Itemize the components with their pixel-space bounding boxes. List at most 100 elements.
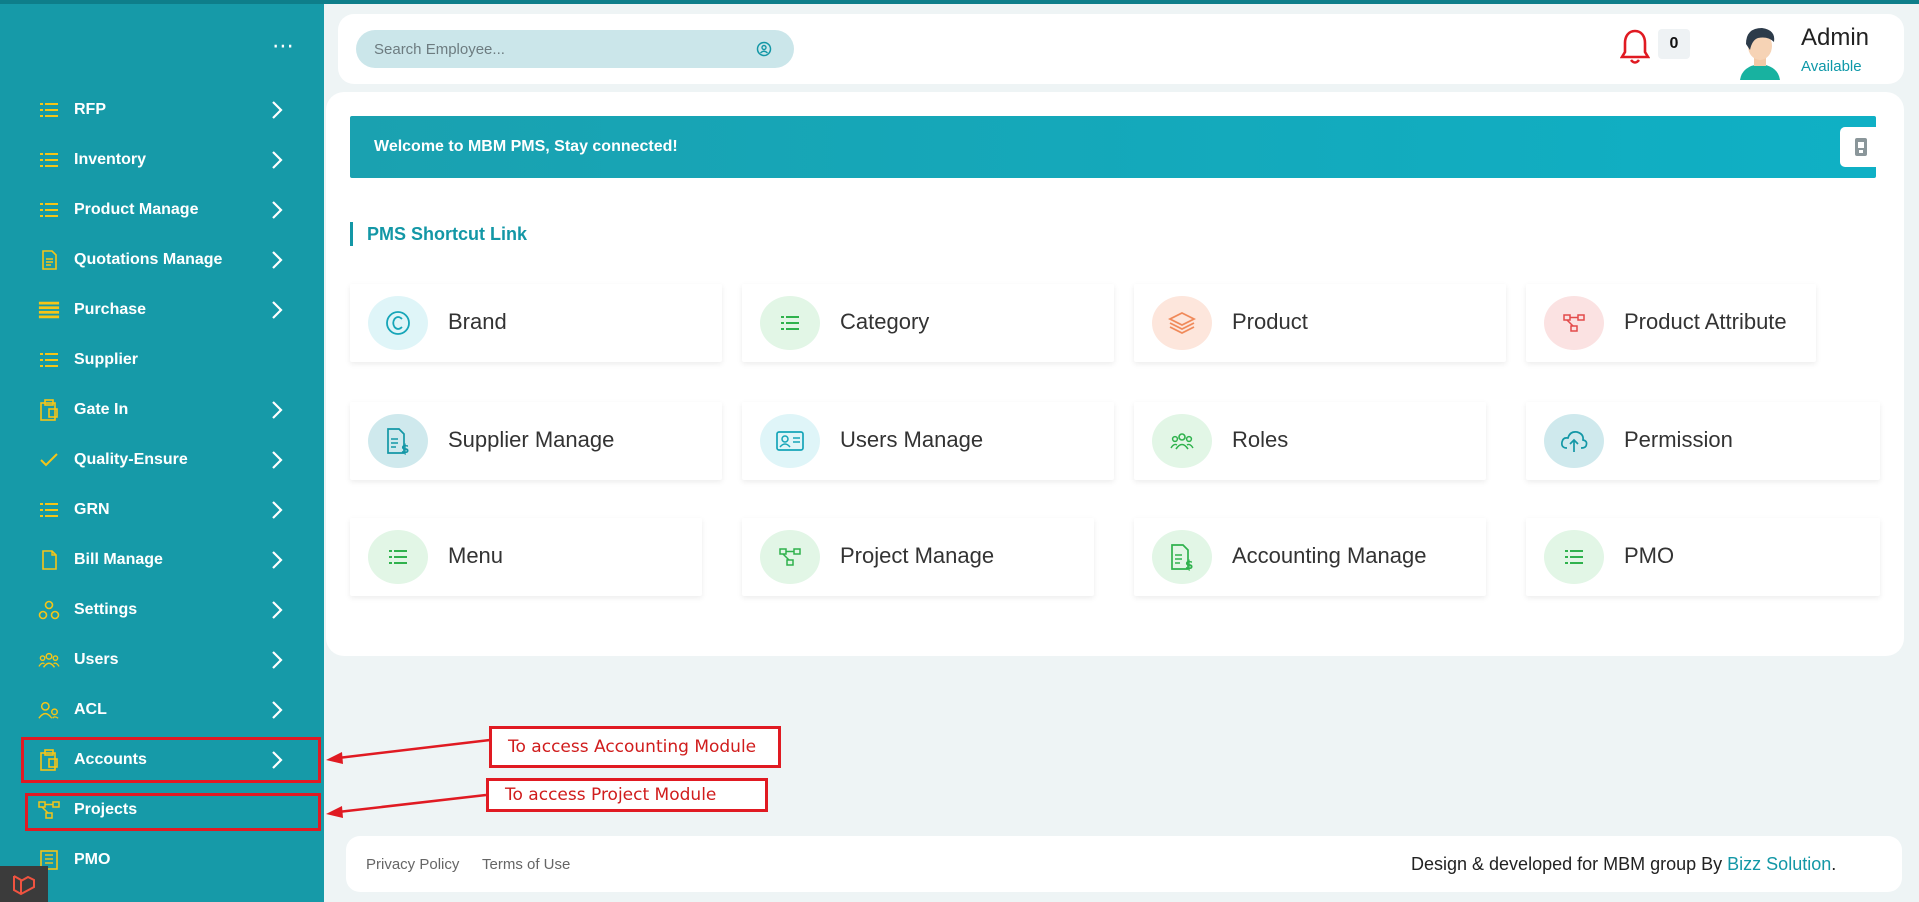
shortcut-card-label: Permission — [1624, 427, 1733, 452]
copyright-icon — [368, 296, 428, 350]
chevron-right-icon[interactable] — [266, 648, 288, 672]
list-icon — [38, 349, 60, 371]
chevron-right-icon[interactable] — [266, 398, 288, 422]
avatar[interactable] — [1732, 22, 1788, 80]
chevron-right-icon[interactable] — [266, 598, 288, 622]
list-icon — [1544, 530, 1604, 584]
footer-credit-suffix: . — [1831, 854, 1837, 874]
sidebar-item-label: Settings — [74, 601, 138, 618]
shortcut-card-pmo[interactable]: PMO — [1526, 518, 1880, 596]
sidebar-menu-more-icon[interactable]: ⋯ — [272, 35, 295, 57]
svg-text:$: $ — [1185, 558, 1193, 571]
user-status: Available — [1801, 58, 1862, 75]
bizz-solution-link[interactable]: Bizz Solution — [1727, 854, 1831, 874]
cloud-upload-icon — [1544, 414, 1604, 468]
chevron-right-icon[interactable] — [266, 748, 288, 772]
sidebar-item-bill-manage[interactable]: Bill Manage — [0, 535, 324, 585]
notification-count-badge[interactable]: 0 — [1658, 29, 1690, 59]
shortcut-card-permission[interactable]: Permission — [1526, 402, 1880, 480]
sidebar-item-acl[interactable]: ACL — [0, 685, 324, 735]
clipboard-icon — [38, 399, 60, 421]
banner-toggle-button[interactable] — [1840, 127, 1882, 167]
hierarchy-icon — [38, 799, 60, 821]
hierarchy-icon — [760, 530, 820, 584]
chevron-right-icon[interactable] — [266, 248, 288, 272]
shortcut-card-label: Accounting Manage — [1232, 543, 1427, 568]
sidebar-item-label: Inventory — [74, 151, 147, 168]
sidebar-item-label: Projects — [74, 801, 138, 818]
sidebar-item-purchase[interactable]: Purchase — [0, 285, 324, 335]
shortcut-card-product[interactable]: Product — [1134, 284, 1506, 362]
shortcut-card-label: Roles — [1232, 427, 1289, 452]
sidebar-item-label: Supplier — [74, 351, 139, 368]
shortcut-card-accounting-manage[interactable]: $ Accounting Manage — [1134, 518, 1486, 596]
sidebar-item-rfp[interactable]: RFP — [0, 85, 324, 135]
sidebar-item-label: Users — [74, 651, 119, 668]
shortcut-card-label: Product — [1232, 309, 1308, 334]
shortcut-card-label: Project Manage — [840, 543, 995, 568]
shortcut-card-brand[interactable]: Brand — [350, 284, 722, 362]
sidebar-item-product-manage[interactable]: Product Manage — [0, 185, 324, 235]
user-search-icon[interactable] — [756, 41, 772, 62]
search-input[interactable] — [356, 30, 794, 68]
sidebar-nav: RFP Inventory Product Manage Quotations Man… — [0, 85, 324, 885]
sidebar-item-label: Product Manage — [74, 201, 199, 218]
shortcut-card-label: Category — [840, 309, 930, 334]
acl-icon — [38, 699, 60, 721]
chevron-right-icon[interactable] — [266, 448, 288, 472]
chevron-right-icon[interactable] — [266, 298, 288, 322]
main-top-strip — [324, 0, 1919, 4]
sidebar-item-pmo[interactable]: PMO — [0, 835, 324, 885]
svg-text:$: $ — [401, 442, 409, 455]
id-card-icon — [760, 414, 820, 468]
laravel-logo-icon — [0, 866, 48, 902]
sidebar-item-quality-ensure[interactable]: Quality-Ensure — [0, 435, 324, 485]
shortcut-card-product-attribute[interactable]: Product Attribute — [1526, 284, 1816, 362]
privacy-policy-link[interactable]: Privacy Policy — [366, 856, 459, 873]
shortcut-card-project-manage[interactable]: Project Manage — [742, 518, 1094, 596]
chevron-right-icon[interactable] — [266, 148, 288, 172]
layers-icon — [1152, 296, 1212, 350]
sidebar-item-users[interactable]: Users — [0, 635, 324, 685]
sidebar-item-supplier[interactable]: Supplier — [0, 335, 324, 385]
shortcut-card-category[interactable]: Category — [742, 284, 1114, 362]
shortcut-card-label: Menu — [448, 543, 504, 568]
sidebar-item-label: PMO — [74, 851, 111, 868]
invoice-icon: $ — [368, 414, 428, 468]
sidebar-item-grn[interactable]: GRN — [0, 485, 324, 535]
chevron-right-icon[interactable] — [266, 548, 288, 572]
top-bar: 0 Admin Available — [338, 14, 1904, 84]
chevron-right-icon[interactable] — [266, 498, 288, 522]
shortcut-card-supplier-manage[interactable]: $ Supplier Manage — [350, 402, 722, 480]
sidebar-item-accounts[interactable]: Accounts — [0, 735, 324, 785]
user-name[interactable]: Admin — [1801, 24, 1869, 52]
sidebar-item-settings[interactable]: Settings — [0, 585, 324, 635]
list-icon — [38, 149, 60, 171]
chevron-right-icon[interactable] — [266, 198, 288, 222]
shortcut-card-roles[interactable]: Roles — [1134, 402, 1486, 480]
users-icon — [1152, 414, 1212, 468]
shortcut-card-menu[interactable]: Menu — [350, 518, 702, 596]
bell-icon[interactable] — [1619, 28, 1651, 71]
list-icon — [760, 296, 820, 350]
sidebar-item-label: GRN — [74, 501, 110, 518]
list-icon — [38, 199, 60, 221]
terms-of-use-link[interactable]: Terms of Use — [482, 856, 570, 873]
sidebar-item-inventory[interactable]: Inventory — [0, 135, 324, 185]
list-icon — [368, 530, 428, 584]
project-annotation: To access Project Module — [486, 778, 768, 812]
sidebar-item-projects[interactable]: Projects — [0, 785, 324, 835]
sidebar-item-label: Gate In — [74, 401, 129, 418]
chevron-right-icon[interactable] — [266, 98, 288, 122]
welcome-text: Welcome to MBM PMS, Stay connected! — [374, 138, 678, 155]
sidebar-item-quotations-manage[interactable]: Quotations Manage — [0, 235, 324, 285]
shortcut-card-label: Brand — [448, 309, 507, 334]
chevron-right-icon[interactable] — [266, 698, 288, 722]
invoice-icon: $ — [1152, 530, 1212, 584]
users-icon — [38, 649, 60, 671]
sidebar-item-label: Quotations Manage — [74, 251, 223, 268]
settings-icon — [38, 599, 60, 621]
shortcut-card-users-manage[interactable]: Users Manage — [742, 402, 1114, 480]
sidebar-item-gate-in[interactable]: Gate In — [0, 385, 324, 435]
sidebar-item-label: RFP — [74, 101, 106, 118]
